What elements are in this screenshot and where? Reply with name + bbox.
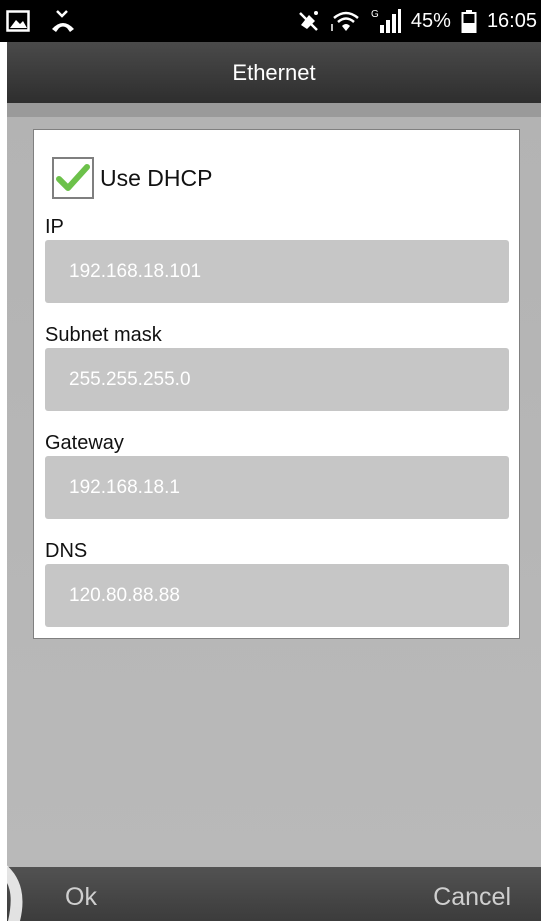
status-bar: G 45% 16:05 — [0, 0, 541, 42]
clock: 16:05 — [486, 9, 537, 32]
battery-percent: 45% — [410, 9, 451, 32]
page-title: Ethernet — [7, 42, 541, 103]
gateway-field[interactable]: 192.168.18.1 — [45, 456, 509, 519]
wifi-icon — [331, 9, 361, 33]
ip-field[interactable]: 192.168.18.101 — [45, 240, 509, 303]
picture-icon — [6, 10, 30, 32]
ip-label: IP — [45, 216, 64, 238]
signal-icon: G — [371, 8, 401, 34]
dhcp-label: Use DHCP — [100, 164, 213, 191]
mute-icon — [297, 9, 321, 33]
subnet-label: Subnet mask — [45, 324, 162, 346]
ok-button[interactable]: Ok — [65, 867, 97, 921]
subnet-field[interactable]: 255.255.255.0 — [45, 348, 509, 411]
svg-text:G: G — [371, 9, 379, 20]
ethernet-settings-panel: Use DHCP IP 192.168.18.101 Subnet mask 2… — [33, 129, 520, 639]
left-edge — [0, 42, 7, 921]
checkmark-icon — [56, 164, 90, 191]
missed-call-icon — [50, 9, 76, 33]
main-top-band — [7, 103, 541, 117]
dhcp-checkbox[interactable] — [52, 157, 94, 199]
dns-label: DNS — [45, 540, 88, 562]
bottom-button-bar: Ok Cancel — [7, 867, 541, 921]
dhcp-row[interactable]: Use DHCP — [52, 157, 212, 199]
gateway-label: Gateway — [45, 432, 124, 454]
battery-icon — [461, 9, 477, 33]
dns-field[interactable]: 120.80.88.88 — [45, 564, 509, 627]
cancel-button[interactable]: Cancel — [433, 867, 511, 921]
